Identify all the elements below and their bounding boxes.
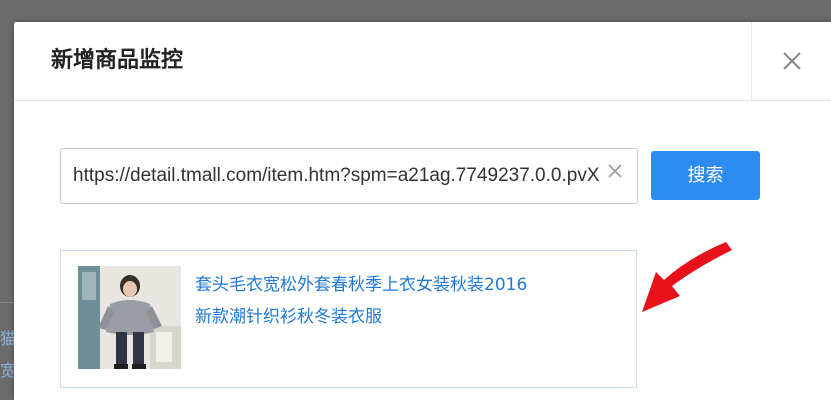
- url-search-field[interactable]: [60, 148, 638, 204]
- background-divider: [0, 302, 14, 303]
- product-title-link[interactable]: 套头毛衣宽松外套春秋季上衣女装秋装2016新款潮针织衫秋冬装衣服: [195, 269, 535, 333]
- product-thumbnail[interactable]: [78, 266, 181, 369]
- close-button[interactable]: [751, 22, 831, 100]
- url-input[interactable]: [73, 149, 623, 203]
- dialog-header: 新增商品监控: [14, 22, 831, 101]
- annotation-arrow-icon: [642, 242, 732, 312]
- add-product-monitor-dialog: 新增商品监控 搜索: [14, 22, 831, 400]
- close-icon: [783, 52, 801, 70]
- search-button[interactable]: 搜索: [651, 151, 760, 200]
- dialog-title: 新增商品监控: [51, 48, 184, 73]
- background-text-fragment: 宽: [0, 362, 14, 380]
- background-text-fragment: 猫: [0, 330, 14, 348]
- product-result-card[interactable]: 套头毛衣宽松外套春秋季上衣女装秋装2016新款潮针织衫秋冬装衣服: [60, 250, 637, 388]
- clear-icon[interactable]: [606, 162, 624, 180]
